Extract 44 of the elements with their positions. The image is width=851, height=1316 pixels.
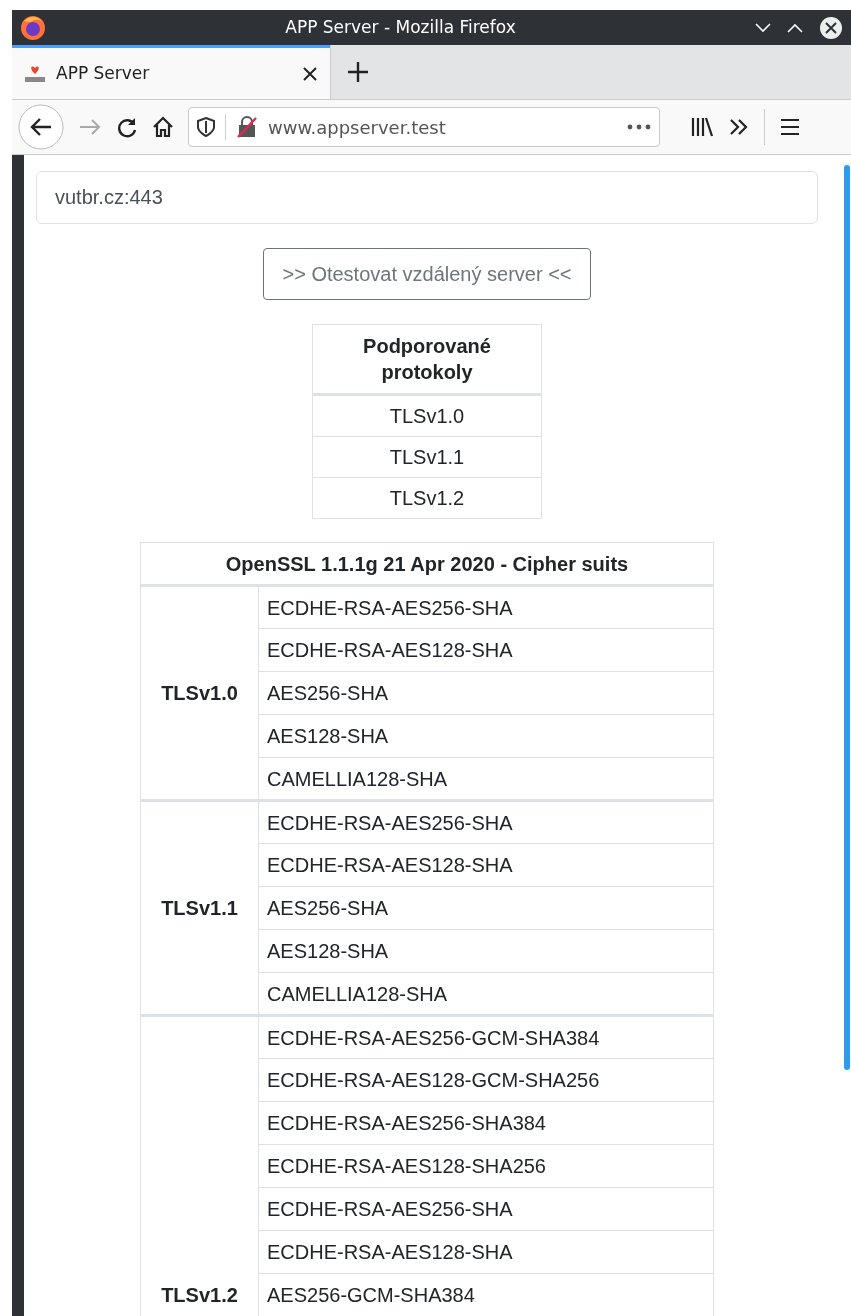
library-icon[interactable] (690, 116, 714, 138)
table-cell: AES128-SHA (258, 929, 714, 973)
server-field[interactable]: vutbr.cz:443 (36, 171, 818, 224)
table-cell: AES256-SHA (258, 671, 714, 715)
reload-icon[interactable] (116, 116, 138, 138)
address-bar[interactable]: www.appserver.test (188, 107, 660, 147)
table-cell: ECDHE-RSA-AES128-SHA (258, 1230, 714, 1274)
maximize-icon[interactable] (787, 22, 803, 33)
table-cell: ECDHE-RSA-AES128-SHA256 (258, 1144, 714, 1188)
protocol-label: TLSv1.1 (161, 897, 238, 919)
browser-tab[interactable]: APP Server (12, 45, 330, 99)
table-cell: AES128-SHA (258, 714, 714, 758)
close-tab-icon[interactable] (302, 65, 318, 82)
table-cell: ECDHE-RSA-AES128-GCM-SHA256 (258, 1058, 714, 1102)
test-server-button[interactable]: >> Otestovat vzdálený server << (263, 248, 591, 300)
table-cell: ECDHE-RSA-AES256-GCM-SHA384 (258, 1015, 714, 1059)
table-cell: TLSv1.0 (312, 394, 542, 437)
protocol-label: TLSv1.2 (161, 1284, 238, 1306)
table-cell: TLSv1.2 (312, 477, 542, 519)
protocol-label: TLSv1.0 (161, 682, 238, 704)
overflow-chevron-icon[interactable] (728, 117, 750, 137)
home-icon[interactable] (152, 116, 174, 138)
minimize-icon[interactable] (755, 22, 771, 33)
table-header: Podporované protokoly (312, 324, 542, 395)
menu-icon[interactable] (779, 117, 801, 137)
more-icon[interactable] (627, 124, 651, 130)
table-cell: ECDHE-RSA-AES256-SHA (258, 585, 714, 629)
insecure-lock-icon (236, 116, 258, 138)
window-title: APP Server - Mozilla Firefox (284, 15, 517, 39)
scrollbar-thumb[interactable] (844, 165, 850, 1070)
url-text: www.appserver.test (268, 115, 447, 140)
close-icon[interactable] (819, 15, 843, 40)
table-cell: ECDHE-RSA-AES128-SHA (258, 628, 714, 672)
firefox-logo-icon (20, 14, 46, 41)
shield-icon (197, 117, 215, 137)
table-cell: AES256-SHA (258, 886, 714, 930)
new-tab-icon[interactable] (347, 61, 369, 83)
table-cell: ECDHE-RSA-AES128-SHA (258, 843, 714, 887)
table-cell: TLSv1.1 (312, 436, 542, 478)
back-icon[interactable] (18, 104, 64, 150)
table-cell: ECDHE-RSA-AES256-SHA (258, 800, 714, 844)
table-header: OpenSSL 1.1.1g 21 Apr 2020 - Cipher suits (140, 542, 714, 586)
table-cell: ECDHE-RSA-AES256-SHA384 (258, 1101, 714, 1145)
table-cell: ECDHE-RSA-AES256-SHA (258, 1187, 714, 1231)
